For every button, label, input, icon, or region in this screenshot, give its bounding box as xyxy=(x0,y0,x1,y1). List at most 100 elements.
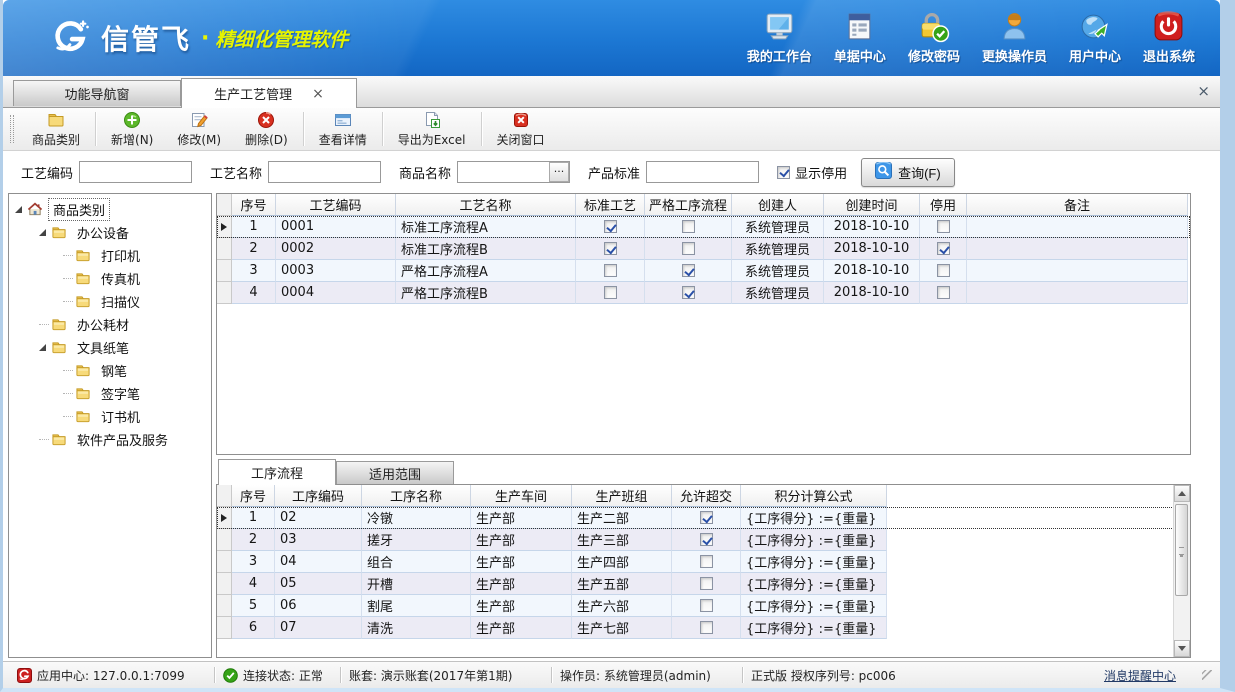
column-header[interactable]: 备注 xyxy=(967,194,1188,216)
lookup-picker-button[interactable]: ··· xyxy=(549,162,569,182)
table-cell: 04 xyxy=(275,551,362,573)
column-header[interactable]: 序号 xyxy=(232,194,276,216)
step-table-row[interactable]: 304组合生产部生产四部{工序得分} :={重量} xyxy=(217,551,1190,573)
step-table-row[interactable]: 405开槽生产部生产五部{工序得分} :={重量} xyxy=(217,573,1190,595)
query-button[interactable]: 查询(F) xyxy=(861,158,955,187)
column-header[interactable]: 允许超交 xyxy=(672,485,741,507)
expander-triangle-icon[interactable] xyxy=(39,344,46,351)
tree-item[interactable]: 软件产品及服务 xyxy=(9,428,211,451)
checkbox-icon[interactable] xyxy=(937,220,950,233)
toolbar-button-export-excel[interactable]: 导出为Excel xyxy=(386,109,478,150)
toolbar-grip[interactable] xyxy=(10,115,14,143)
checkbox-icon[interactable] xyxy=(777,166,790,179)
tree-item[interactable]: 签字笔 xyxy=(9,382,211,405)
tab-function-nav[interactable]: 功能导航窗 xyxy=(13,80,181,106)
header-nav-label: 我的工作台 xyxy=(747,46,812,65)
column-header[interactable]: 积分计算公式 xyxy=(741,485,887,507)
tree-item[interactable]: 传真机 xyxy=(9,267,211,290)
table-cell: 03 xyxy=(275,529,362,551)
checkbox-icon[interactable] xyxy=(700,577,713,590)
column-header[interactable]: 工序编码 xyxy=(275,485,362,507)
header-nav-user-center-globe[interactable]: 用户中心 xyxy=(1058,10,1132,65)
toolbar-button-close-window[interactable]: 关闭窗口 xyxy=(485,109,557,150)
tree-item[interactable]: 扫描仪 xyxy=(9,290,211,313)
header-nav-label: 用户中心 xyxy=(1069,46,1121,65)
checkbox-icon[interactable] xyxy=(604,264,617,277)
step-table-row[interactable]: 607清洗生产部生产七部{工序得分} :={重量} xyxy=(217,617,1190,639)
column-header[interactable]: 工艺编码 xyxy=(276,194,396,216)
header-nav-document-center[interactable]: 单据中心 xyxy=(823,10,897,65)
column-header[interactable]: 严格工序流程 xyxy=(645,194,732,216)
tree-item[interactable]: 打印机 xyxy=(9,244,211,267)
user-center-globe-icon xyxy=(1078,10,1111,43)
status-segment-2: 账套: 演示账套(2017年第1期) xyxy=(341,667,551,684)
header-nav-operator-person[interactable]: 更换操作员 xyxy=(971,10,1058,65)
column-header[interactable]: 生产车间 xyxy=(471,485,572,507)
column-header[interactable]: 序号 xyxy=(232,485,275,507)
table-cell xyxy=(672,595,741,617)
checkbox-icon[interactable] xyxy=(700,511,713,524)
vertical-scrollbar[interactable] xyxy=(1173,485,1190,657)
tabstrip-close-icon[interactable]: × xyxy=(1197,82,1210,100)
checkbox-icon[interactable] xyxy=(682,286,695,299)
tab-close-icon[interactable]: × xyxy=(312,86,324,102)
toolbar-button-view-detail[interactable]: 查看详情 xyxy=(307,109,379,150)
checkbox-icon[interactable] xyxy=(604,242,617,255)
checkbox-icon[interactable] xyxy=(937,242,950,255)
checkbox-icon[interactable] xyxy=(700,555,713,568)
process-table-row[interactable]: 20002标准工序流程B系统管理员2018-10-10 xyxy=(217,238,1190,260)
filter-input-1[interactable] xyxy=(268,161,381,183)
process-table-row[interactable]: 40004严格工序流程B系统管理员2018-10-10 xyxy=(217,282,1190,304)
checkbox-icon[interactable] xyxy=(937,286,950,299)
tree-item[interactable]: 文具纸笔 xyxy=(9,336,211,359)
column-header[interactable]: 标准工艺 xyxy=(576,194,645,216)
checkbox-icon[interactable] xyxy=(682,264,695,277)
tab-production-process[interactable]: 生产工艺管理 × xyxy=(181,78,357,108)
checkbox-icon[interactable] xyxy=(604,220,617,233)
tree-item[interactable]: 商品类别 xyxy=(9,198,211,221)
process-table-row[interactable]: 30003严格工序流程A系统管理员2018-10-10 xyxy=(217,260,1190,282)
column-header[interactable]: 停用 xyxy=(920,194,967,216)
toolbar-button-category-folder[interactable]: 商品类别 xyxy=(20,109,92,150)
tree-item[interactable]: 订书机 xyxy=(9,405,211,428)
tree-item[interactable]: 办公设备 xyxy=(9,221,211,244)
expander-triangle-icon[interactable] xyxy=(15,206,22,213)
show-disabled-checkbox[interactable]: 显示停用 xyxy=(777,163,847,182)
header-nav-exit-power[interactable]: 退出系统 xyxy=(1132,10,1206,65)
column-header[interactable]: 创建时间 xyxy=(824,194,920,216)
checkbox-icon[interactable] xyxy=(700,621,713,634)
filter-input-0[interactable] xyxy=(79,161,192,183)
column-header[interactable]: 生产班组 xyxy=(572,485,672,507)
checkbox-icon[interactable] xyxy=(604,286,617,299)
checkbox-icon[interactable] xyxy=(682,242,695,255)
step-table-row[interactable]: 506割尾生产部生产六部{工序得分} :={重量} xyxy=(217,595,1190,617)
checkbox-icon[interactable] xyxy=(700,599,713,612)
header-nav-password-lock[interactable]: 修改密码 xyxy=(897,10,971,65)
column-header[interactable]: 工艺名称 xyxy=(396,194,576,216)
scroll-thumb[interactable] xyxy=(1175,504,1188,596)
tab-step-flow[interactable]: 工序流程 xyxy=(218,459,336,485)
checkbox-icon[interactable] xyxy=(937,264,950,277)
tree-item[interactable]: 办公耗材 xyxy=(9,313,211,336)
tab-apply-scope[interactable]: 适用范围 xyxy=(336,461,454,484)
scroll-down-button[interactable] xyxy=(1174,640,1190,657)
message-center-link[interactable]: 消息提醒中心 xyxy=(1098,667,1202,684)
toolbar-button-delete[interactable]: 删除(D) xyxy=(233,109,300,150)
step-table-row[interactable]: 102冷镦生产部生产二部{工序得分} :={重量} xyxy=(217,507,1190,529)
category-folder-icon xyxy=(47,111,65,129)
toolbar-button-add[interactable]: 新增(N) xyxy=(99,109,165,150)
tree-item[interactable]: 钢笔 xyxy=(9,359,211,382)
header-nav-workbench-monitor[interactable]: 我的工作台 xyxy=(736,10,823,65)
process-table-row[interactable]: 10001标准工序流程A系统管理员2018-10-10 xyxy=(217,216,1190,238)
step-table-row[interactable]: 203搓牙生产部生产三部{工序得分} :={重量} xyxy=(217,529,1190,551)
filter-input-3[interactable] xyxy=(646,161,759,183)
scroll-up-button[interactable] xyxy=(1174,485,1190,502)
toolbar-button-edit[interactable]: 修改(M) xyxy=(165,109,233,150)
column-header[interactable]: 创建人 xyxy=(732,194,824,216)
table-cell: 0004 xyxy=(276,282,396,304)
checkbox-icon[interactable] xyxy=(682,220,695,233)
expander-triangle-icon[interactable] xyxy=(39,229,46,236)
resize-grip[interactable] xyxy=(1202,670,1212,680)
column-header[interactable]: 工序名称 xyxy=(362,485,471,507)
checkbox-icon[interactable] xyxy=(700,533,713,546)
